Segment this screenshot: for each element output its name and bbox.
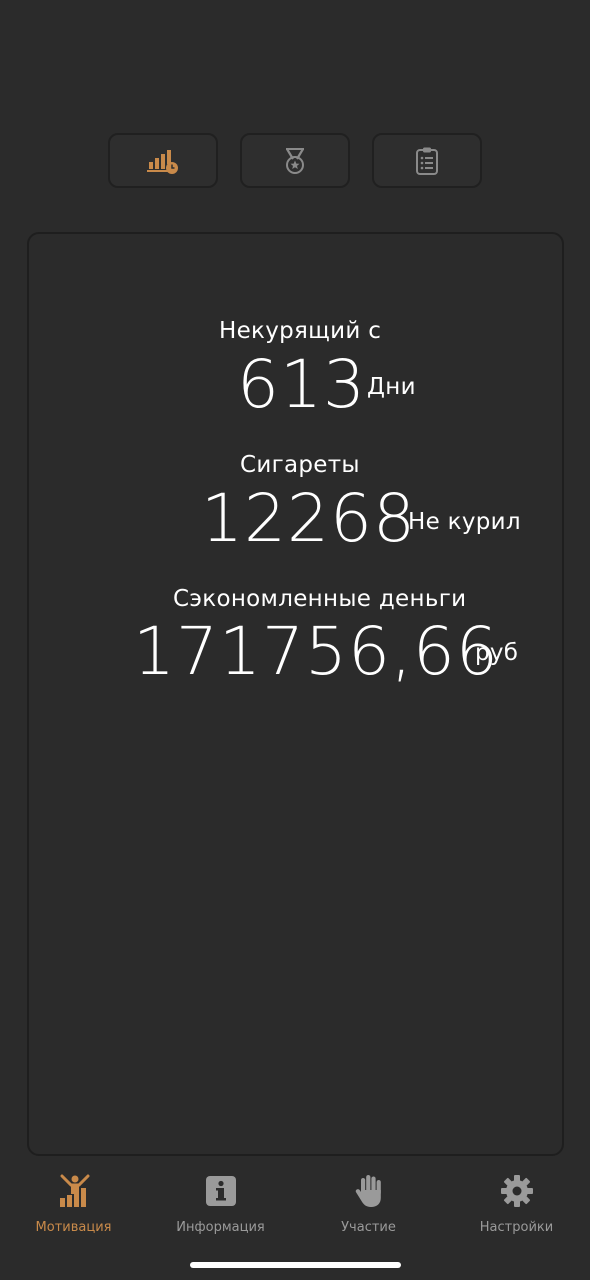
cigarettes-label: Сигареты	[240, 452, 360, 478]
gear-icon	[498, 1172, 536, 1210]
tab-achievements[interactable]	[240, 133, 350, 188]
info-icon	[202, 1172, 240, 1210]
tab-checklist[interactable]	[372, 133, 482, 188]
nav-label-information: Информация	[176, 1220, 265, 1235]
nav-item-settings[interactable]: Настройки	[443, 1172, 590, 1244]
medal-icon	[286, 147, 304, 174]
tab-statistics[interactable]	[108, 133, 218, 188]
money-label: Сэкономленные деньги	[173, 586, 467, 612]
money-unit: руб	[475, 640, 519, 666]
clipboard-list-icon	[416, 147, 438, 175]
top-tabs	[0, 133, 590, 189]
nav-label-settings: Настройки	[479, 1220, 554, 1235]
bottom-nav: Мотивация Информация Участие Настройки	[0, 1160, 590, 1250]
stats-card: Некурящий с 613 Дни Сигареты 12268 Не ку…	[27, 232, 564, 1156]
smoke-free-unit: Дни	[367, 374, 416, 400]
cigarettes-value: 12268	[201, 480, 416, 557]
motivation-icon	[55, 1172, 93, 1210]
nav-label-participation: Участие	[341, 1220, 396, 1235]
nav-label-motivation: Мотивация	[35, 1220, 112, 1235]
smoke-free-label: Некурящий с	[219, 318, 382, 344]
nav-item-motivation[interactable]: Мотивация	[0, 1172, 147, 1244]
nav-item-information[interactable]: Информация	[147, 1172, 294, 1244]
screen: Некурящий с 613 Дни Сигареты 12268 Не ку…	[0, 0, 590, 1280]
hand-icon	[350, 1172, 388, 1210]
nav-item-participation[interactable]: Участие	[295, 1172, 442, 1244]
money-value: 171756,66	[133, 613, 499, 690]
stats-clock-icon	[147, 149, 178, 174]
cigarettes-unit: Не курил	[408, 509, 521, 535]
home-indicator[interactable]	[190, 1262, 401, 1268]
smoke-free-value: 613	[237, 346, 366, 423]
